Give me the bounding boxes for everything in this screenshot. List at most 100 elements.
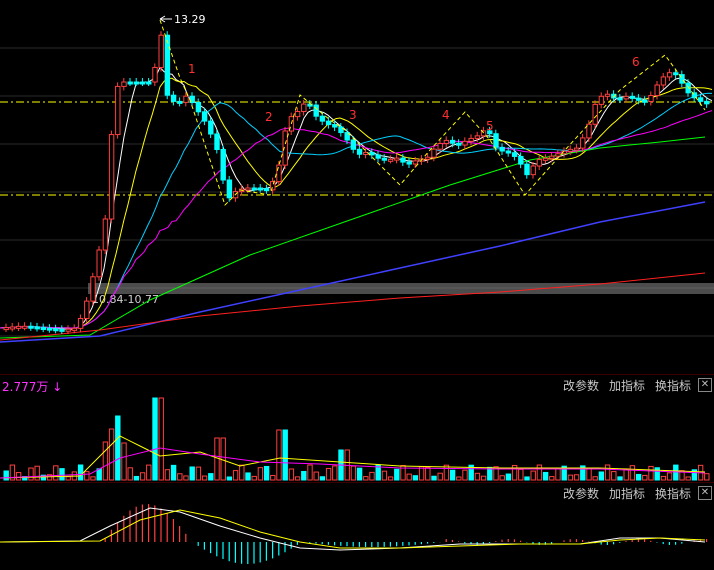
candle-body[interactable] [493,133,499,148]
candle-body[interactable] [549,155,555,159]
candle-body[interactable] [350,139,357,150]
candle-body[interactable] [511,152,518,157]
candle-body[interactable] [102,218,109,251]
volume-bar[interactable] [189,466,195,481]
candle-body[interactable] [604,93,611,97]
candle-body[interactable] [387,158,394,162]
volume-bar[interactable] [363,476,369,481]
candle-body[interactable] [586,123,592,139]
candle-body[interactable] [3,327,9,331]
candle-body[interactable] [226,179,233,199]
volume-bar[interactable] [660,475,667,481]
volume-bar[interactable] [685,476,691,481]
candle-body[interactable] [654,84,660,97]
volume-bar[interactable] [53,465,59,481]
volume-bar[interactable] [201,475,208,481]
candle-body[interactable] [121,81,127,87]
volume-bar[interactable] [133,475,140,481]
candle-body[interactable] [28,325,34,329]
candle-body[interactable] [127,81,133,85]
volume-bar[interactable] [704,473,710,481]
volume-bar[interactable] [28,467,34,481]
volume-bar[interactable] [480,475,487,481]
macd-chart[interactable] [0,504,714,570]
candle-body[interactable] [573,147,580,151]
volume-bar[interactable] [425,466,431,481]
macd-switch-indicator-button[interactable]: 换指标 [655,485,691,502]
volume-bar[interactable] [313,471,319,481]
candle-body[interactable] [65,328,71,332]
volume-bar[interactable] [3,470,9,481]
candle-body[interactable] [381,157,388,161]
candle-body[interactable] [276,164,282,183]
volume-bar[interactable] [462,469,468,481]
volume-bar[interactable] [158,397,164,481]
candle-body[interactable] [673,72,679,76]
volume-edit-params-button[interactable]: 改参数 [563,377,599,394]
volume-bar[interactable] [611,471,617,481]
candle-body[interactable] [406,161,412,165]
candle-body[interactable] [660,76,667,86]
candle-body[interactable] [468,137,474,142]
volume-bar[interactable] [170,464,177,481]
macd-plot[interactable] [0,504,714,570]
volume-chart[interactable] [0,396,714,482]
price-chart[interactable]: 10.84-10.77 13.29 1 2 3 4 5 6 [0,0,714,374]
candle-body[interactable] [462,140,468,146]
volume-bar[interactable] [245,472,251,481]
candle-body[interactable] [505,150,512,154]
volume-add-indicator-button[interactable]: 加指标 [609,377,645,394]
volume-bar[interactable] [666,472,673,481]
volume-bar[interactable] [146,464,152,481]
volume-bar[interactable] [387,476,394,481]
volume-bar[interactable] [555,467,561,481]
volume-bar[interactable] [623,468,629,481]
candle-body[interactable] [697,97,704,102]
volume-bar[interactable] [642,474,648,481]
volume-bar[interactable] [257,467,264,481]
volume-bar[interactable] [239,464,245,481]
candle-body[interactable] [530,165,536,176]
candle-body[interactable] [524,163,530,176]
volume-bar[interactable] [232,470,239,481]
volume-bar[interactable] [102,441,109,481]
volume-bar[interactable] [59,468,65,481]
candle-body[interactable] [71,327,78,331]
candle-body[interactable] [108,134,115,220]
volume-bar[interactable] [369,471,375,481]
candle-body[interactable] [704,100,710,105]
volume-bar[interactable] [332,465,338,481]
volume-bar[interactable] [431,475,437,481]
volume-bar[interactable] [139,472,146,481]
candle-body[interactable] [208,120,214,135]
volume-bar[interactable] [15,472,22,481]
candle-body[interactable] [648,95,654,103]
candle-body[interactable] [443,139,450,144]
candle-body[interactable] [518,155,524,165]
volume-bar[interactable] [673,464,679,481]
candle-body[interactable] [542,157,549,161]
candle-body[interactable] [214,133,220,150]
candle-body[interactable] [270,181,276,191]
volume-bar[interactable] [34,465,40,481]
volume-bar[interactable] [524,476,530,481]
candle-body[interactable] [598,95,605,105]
candle-body[interactable] [53,328,59,332]
volume-bar[interactable] [276,429,282,481]
candle-body[interactable] [220,149,226,181]
candle-body[interactable] [251,187,257,191]
candle-body[interactable] [164,34,171,96]
candle-body[interactable] [412,160,419,165]
volume-bar[interactable] [499,475,505,481]
volume-bar[interactable] [96,468,102,481]
candle-body[interactable] [325,120,332,126]
candle-body[interactable] [555,153,561,157]
candle-body[interactable] [456,142,462,146]
candle-body[interactable] [96,249,102,278]
volume-bar[interactable] [325,467,332,481]
candle-body[interactable] [332,124,338,128]
candle-body[interactable] [400,157,406,163]
volume-bar[interactable] [301,470,307,481]
volume-bar[interactable] [84,471,90,481]
candle-body[interactable] [592,103,598,125]
